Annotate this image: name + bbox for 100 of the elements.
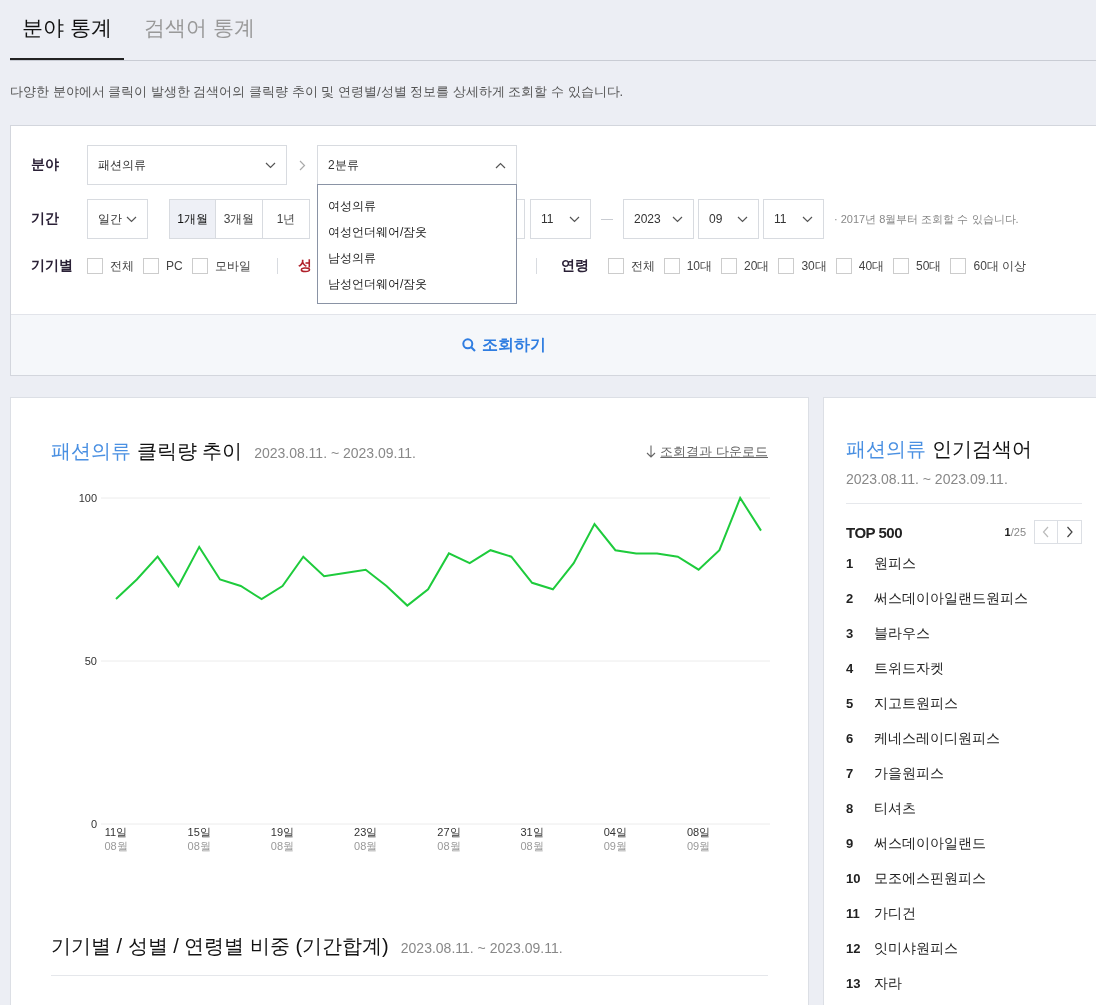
keyword-link[interactable]: 써스데이아일랜드원피스	[874, 589, 1028, 608]
menu-item[interactable]: 남성언더웨어/잠옷	[318, 271, 516, 297]
list-title: TOP 500	[846, 523, 902, 541]
menu-item[interactable]: 여성언더웨어/잠옷	[318, 219, 516, 245]
axis-label: 11일	[104, 826, 128, 838]
download-link[interactable]: 조회결과 다운로드	[646, 442, 768, 461]
rank-number: 8	[846, 801, 855, 816]
chevron-down-icon	[265, 161, 276, 169]
checkbox[interactable]	[835, 258, 852, 274]
keyword-link[interactable]: 모조에스핀원피스	[874, 869, 986, 888]
chevron-right-icon	[1065, 526, 1074, 538]
checkbox-label: PC	[166, 259, 183, 273]
section-title: 기기별 / 성별 / 연령별 비중 (기간합계)	[51, 934, 389, 959]
dropdown-select[interactable]: 11	[530, 199, 591, 239]
axis-label: 08월	[520, 840, 544, 852]
axis-label: 08일	[686, 826, 711, 838]
axis-label: 0	[90, 818, 97, 830]
dropdown-select[interactable]: 09	[698, 199, 759, 239]
search-icon	[461, 338, 476, 352]
axis-label: 50	[84, 655, 97, 667]
keyword-link[interactable]: 잇미샤원피스	[874, 939, 958, 958]
keyword-link[interactable]: 블라우스	[874, 624, 930, 643]
checkbox-label: 모바일	[214, 257, 251, 275]
checkbox-label: 40대	[858, 257, 885, 275]
checkbox-label: 50대	[916, 257, 942, 275]
rank-number: 6	[846, 731, 855, 746]
rank-number: 10	[846, 871, 862, 886]
checkbox[interactable]	[778, 258, 795, 274]
axis-label: 27일	[437, 826, 461, 838]
keyword-link[interactable]: 티셔츠	[874, 799, 916, 818]
rank-number: 7	[846, 766, 855, 781]
chevron-right-icon	[299, 159, 306, 171]
rank-number: 13	[846, 976, 862, 991]
keyword-link[interactable]: 가을원피스	[874, 764, 944, 783]
checkbox[interactable]	[143, 258, 159, 274]
checkbox-label: 60대 이상	[973, 257, 1027, 275]
chevron-left-icon	[1042, 526, 1050, 538]
rank-number: 4	[846, 661, 855, 676]
row-label: 기간	[31, 210, 60, 228]
dropdown-select[interactable]: 패션의류	[87, 145, 287, 185]
keyword-link[interactable]: 원피스	[874, 554, 916, 573]
checkbox-label: 30대	[801, 257, 827, 275]
range-button[interactable]: 1년	[263, 199, 310, 239]
axis-label: 15일	[187, 826, 211, 838]
dropdown-select[interactable]: 2분류	[317, 145, 517, 185]
dropdown-select[interactable]: 11	[763, 199, 824, 239]
checkbox[interactable]	[87, 258, 103, 274]
checkbox[interactable]	[950, 258, 967, 274]
rank-number: 2	[846, 591, 855, 606]
axis-label: 23일	[354, 826, 378, 838]
range-button[interactable]: 3개월	[216, 199, 263, 239]
dropdown-select[interactable]: 2023	[623, 199, 694, 239]
date-range: 2023.08.11. ~ 2023.09.11.	[254, 445, 416, 461]
menu-item[interactable]: 남성의류	[318, 245, 516, 271]
keyword-link[interactable]: 써스데이아일랜드	[874, 834, 986, 853]
axis-label: 08월	[187, 840, 211, 852]
axis-label: 08월	[270, 840, 295, 852]
axis-label: 08월	[437, 840, 461, 852]
chevron-up-icon	[495, 161, 506, 169]
axis-label: 31일	[520, 826, 544, 838]
page-counter: 1/25	[1004, 526, 1026, 538]
row-label: 성	[297, 257, 312, 275]
axis-label: 09월	[603, 840, 627, 852]
chevron-down-icon	[737, 215, 748, 223]
description-text: 다양한 분야에서 클릭이 발생한 검색어의 클릭량 추이 및 연령별/성별 정보를 상세하게 조회할 수 있습니다.	[10, 83, 625, 101]
search-button[interactable]: 조회하기	[457, 328, 550, 362]
checkbox[interactable]	[607, 258, 624, 274]
keyword-link[interactable]: 지고트원피스	[874, 694, 958, 713]
chevron-down-icon	[672, 215, 683, 223]
rank-number: 11	[846, 906, 861, 921]
checkbox-label: 20대	[744, 257, 770, 275]
rank-number: 12	[846, 941, 862, 956]
keyword-link[interactable]: 자라	[874, 974, 902, 993]
checkbox[interactable]	[663, 258, 680, 274]
range-button[interactable]: 1개월	[169, 199, 216, 239]
chevron-down-icon	[802, 215, 813, 223]
chevron-down-icon	[569, 215, 580, 223]
axis-label: 19일	[270, 826, 295, 838]
keyword-link[interactable]: 가디건	[874, 904, 916, 923]
axis-label: 08월	[354, 840, 378, 852]
rank-number: 1	[846, 556, 855, 571]
checkbox-label: 10대	[686, 257, 713, 275]
checkbox[interactable]	[721, 258, 738, 274]
tab[interactable]: 분야 통계	[10, 0, 124, 60]
row-label: 기기별	[31, 257, 74, 275]
chevron-down-icon	[126, 215, 137, 223]
date-range: 2023.08.11. ~ 2023.09.11.	[400, 940, 563, 956]
axis-label: 100	[78, 492, 97, 504]
menu-item[interactable]: 여성의류	[318, 193, 516, 219]
keyword-link[interactable]: 트위드자켓	[874, 659, 944, 678]
axis-label: 04일	[603, 826, 627, 838]
row-label: 분야	[31, 156, 60, 174]
axis-label: 08월	[104, 840, 128, 852]
keyword-link[interactable]: 케네스레이디원피스	[874, 729, 1000, 748]
next-page-button[interactable]	[1058, 520, 1082, 544]
dropdown-select[interactable]: 일간	[87, 199, 148, 239]
checkbox[interactable]	[191, 258, 208, 274]
rank-number: 9	[846, 836, 855, 851]
checkbox[interactable]	[893, 258, 910, 274]
axis-label: 09월	[686, 840, 711, 852]
